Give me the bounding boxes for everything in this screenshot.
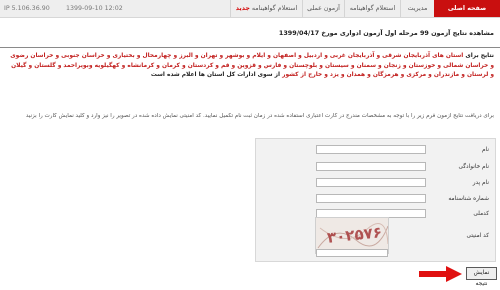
results-notice: نتایج برای استان های آذربایجان شرقی و آذ… bbox=[6, 52, 494, 81]
page-title: مشاهده نتایج آزمون 99 مرحله اول آزمون اد… bbox=[278, 29, 494, 37]
captcha-input[interactable] bbox=[316, 249, 388, 257]
current-datetime: 1399-09-10 12:02 bbox=[66, 5, 123, 12]
tab-license-inquiry[interactable]: استعلام گواهینامه bbox=[344, 0, 400, 17]
tab-practical-exam[interactable]: آزمون عملی bbox=[302, 0, 344, 17]
top-nav-bar: IP 5.106.36.90 1399-09-10 12:02 استعلام … bbox=[0, 0, 500, 18]
new-badge: جدید bbox=[235, 5, 250, 12]
red-arrow-icon bbox=[419, 266, 462, 282]
divider bbox=[0, 47, 500, 48]
birth-certificate-number-input[interactable] bbox=[316, 194, 426, 203]
notice-suffix: از سوی ادارات کل استان ها اعلام شده است bbox=[150, 72, 280, 79]
national-code-label: کدملی bbox=[473, 211, 489, 217]
tab-home[interactable]: صفحه اصلی bbox=[434, 0, 500, 17]
show-result-button[interactable]: نمایش نتیجه bbox=[466, 267, 497, 287]
father-name-label: نام پدر bbox=[472, 180, 489, 186]
first-name-input[interactable] bbox=[316, 145, 426, 154]
birth-certificate-number-label: شماره شناسنامه bbox=[448, 196, 489, 202]
results-form: نام نام خانوادگی نام پدر شماره شناسنامه … bbox=[255, 138, 496, 262]
ip-address: IP 5.106.36.90 bbox=[4, 5, 50, 12]
first-name-label: نام bbox=[482, 147, 489, 153]
notice-prefix: نتایج برای bbox=[465, 53, 494, 59]
instruction-text: برای دریافت نتایج آزمون فرم زیر را با تو… bbox=[25, 113, 494, 119]
tab-label: استعلام گواهینامه bbox=[251, 5, 298, 12]
tab-management[interactable]: مدیریت bbox=[400, 0, 434, 17]
last-name-input[interactable] bbox=[316, 162, 426, 171]
last-name-label: نام خانوادگی bbox=[458, 164, 489, 170]
captcha-label: کد امنیتی bbox=[466, 233, 489, 239]
tab-license-inquiry-new[interactable]: استعلام گواهینامه جدید bbox=[230, 0, 302, 17]
father-name-input[interactable] bbox=[316, 178, 426, 187]
